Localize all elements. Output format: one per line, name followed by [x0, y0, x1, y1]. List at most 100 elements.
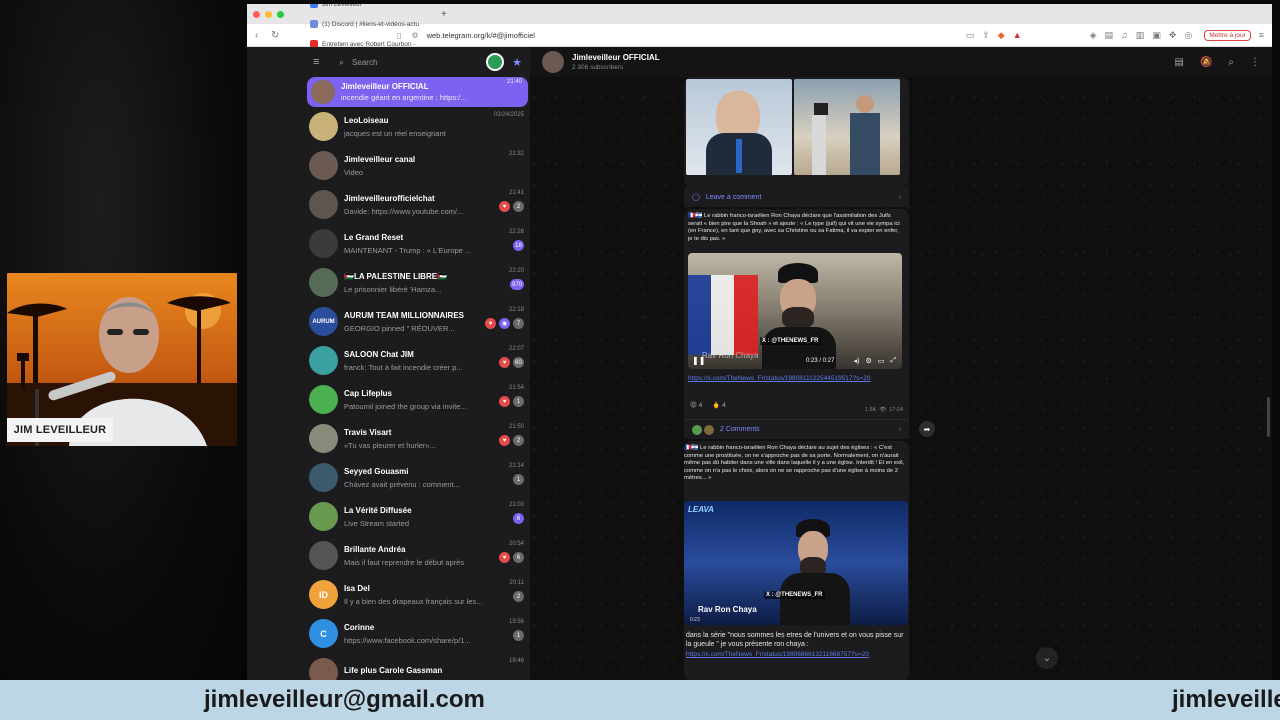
chat-list-item[interactable]: SALOON Chat JIM franck: Tout à fait incen…: [305, 341, 530, 380]
avatar: [309, 385, 338, 414]
reaction-angry[interactable]: 😡 4: [690, 401, 702, 409]
avatar: [309, 463, 338, 492]
chat-name: Life plus Carole Gassman: [344, 666, 443, 675]
chat-list-item[interactable]: La Vérité Diffusée Live Stream started 21:…: [305, 497, 530, 536]
volume-icon[interactable]: ◂): [854, 357, 860, 365]
share-forward-icon[interactable]: ➦: [919, 421, 935, 437]
chat-list-item[interactable]: LeoLoiseau jacques est un réel enseignant…: [305, 107, 530, 146]
heart-icon: ♥: [499, 552, 510, 563]
video-player-2[interactable]: LEAVA X : @THENEWS_FR Rav Ron Chaya 0:23: [684, 501, 908, 625]
video-player-1[interactable]: X : @THENEWS_FR Rav Ron Chaya ❚❚ 0:23 / …: [688, 253, 902, 369]
avatar: [311, 80, 335, 104]
chat-list-item[interactable]: Jimleveilleur canal Video 21:32: [305, 146, 530, 185]
chat-preview: franck: Tout à fait incendie créer p...: [344, 362, 463, 372]
minimize-window-button[interactable]: [265, 10, 272, 18]
vpn-icon[interactable]: ◎: [1184, 30, 1192, 41]
screen-share-icon[interactable]: ▭: [966, 30, 975, 41]
reader-icon[interactable]: ▤: [1105, 30, 1114, 41]
more-options-icon[interactable]: ⋮: [1250, 57, 1260, 68]
post-1-meta: 1.5K 👁 17:24: [865, 407, 903, 413]
chat-body: Brillante Andréa Mais il faut reprendre l…: [344, 545, 524, 567]
chat-meta: 19:56 1: [509, 619, 524, 641]
close-window-button[interactable]: [253, 10, 260, 18]
share-icon[interactable]: ⇪: [982, 30, 990, 41]
unread-badge: 7: [513, 318, 524, 329]
chat-time: 22:18: [508, 307, 524, 313]
chat-list-item[interactable]: Jimleveilleur OFFICIAL incendie géant en …: [307, 77, 528, 107]
post-1-link[interactable]: https://x.com/TheNews_Fr/status/19806111…: [688, 375, 904, 383]
site-settings-icon[interactable]: ⚙: [411, 31, 418, 40]
puzzle-icon[interactable]: ✥: [1169, 30, 1177, 41]
chat-list-item[interactable]: ID Isa Del Il y a bien des drapeaux frança…: [305, 575, 530, 614]
avatar: [309, 346, 338, 375]
scroll-down-icon[interactable]: ⌄: [1036, 647, 1058, 669]
search-placeholder: Search: [352, 57, 378, 67]
brave-shield-icon[interactable]: ◆: [998, 30, 1005, 41]
chat-time: 20:11: [509, 580, 524, 586]
channel-avatar[interactable]: [542, 51, 564, 73]
chat-list-item[interactable]: Seyyed Gouasmi Chávez avait prévenu : com…: [305, 458, 530, 497]
chat-meta: 22:18 ♥ ◉ 7: [485, 307, 524, 329]
chat-time: 21:03: [508, 502, 524, 508]
message-post-2: 🇫🇷🇮🇱 Le rabbin franco-israélien Ron Chay…: [684, 441, 909, 680]
stories-avatar[interactable]: [486, 53, 505, 71]
screen: (21) Home / X(21) Grok / XJim Leveilleur…: [0, 0, 1280, 720]
hamburger-menu-icon[interactable]: ≡: [313, 56, 333, 68]
search-channel-icon[interactable]: ⌕: [1228, 57, 1234, 68]
chat-badges: ♥ 60: [499, 357, 524, 368]
pause-icon[interactable]: ❚❚: [692, 356, 705, 365]
chat-body: Jimleveilleurofficielchat Davide: https:/…: [344, 194, 524, 216]
back-arrow-icon[interactable]: ‹: [255, 30, 271, 41]
heart-icon: ♥: [499, 435, 510, 446]
reload-icon[interactable]: ↻: [271, 30, 287, 41]
reaction-finger[interactable]: 🖕 4: [712, 401, 726, 409]
sidebar-icon[interactable]: ▥: [1136, 30, 1145, 41]
update-button[interactable]: Mettre à jour: [1204, 29, 1251, 41]
comments-button[interactable]: 2 Comments ›: [684, 419, 909, 439]
url-field[interactable]: web.telegram.org/k/#@jimofficiel: [427, 31, 535, 40]
message-photos[interactable]: [684, 77, 909, 187]
browser-tab[interactable]: Jim Leveilleur: [302, 4, 435, 14]
chat-list-item[interactable]: Jimleveilleurofficielchat Davide: https:/…: [305, 185, 530, 224]
chat-time: 19:46: [508, 658, 524, 664]
scrollbar[interactable]: [1267, 397, 1270, 437]
fullscreen-icon[interactable]: ⤢: [890, 357, 896, 365]
maximize-window-button[interactable]: [277, 10, 284, 18]
avatar: [309, 541, 338, 570]
extension-icon[interactable]: ◈: [1090, 30, 1097, 41]
menu-icon[interactable]: ≡: [1259, 30, 1264, 40]
chat-name: Cap Lifeplus: [344, 388, 393, 398]
search-input[interactable]: ⌕ Search: [333, 52, 486, 72]
unread-badge: 6: [513, 552, 524, 563]
chat-list-item[interactable]: Life plus Carole Gassman 19:46: [305, 653, 530, 680]
bookmark-icon[interactable]: ▯: [397, 31, 401, 40]
chat-list-item[interactable]: Le Grand Reset MAINTENANT - Trump : « L'E…: [305, 224, 530, 263]
chat-meta: 19:46: [509, 658, 524, 669]
star-icon[interactable]: ★: [512, 56, 522, 69]
mute-icon[interactable]: 🔕: [1200, 57, 1212, 68]
chat-meta: 20:54 ♥ 6: [499, 541, 524, 563]
new-tab-button[interactable]: +: [441, 9, 447, 20]
music-icon[interactable]: ♫: [1121, 30, 1128, 40]
channel-header[interactable]: Jimleveilleur OFFICIAL 2 306 subscribers…: [530, 47, 1272, 77]
chat-body: SALOON Chat JIM franck: Tout à fait incen…: [344, 350, 524, 372]
wallet-icon[interactable]: ▣: [1152, 30, 1161, 41]
pip-icon[interactable]: ▭: [878, 357, 885, 365]
discussion-icon[interactable]: ▤: [1174, 57, 1183, 68]
chat-list-item[interactable]: 🇵🇸LA PALESTINE LIBRE🇵🇸 Le prisonnier libé…: [305, 263, 530, 302]
chat-list-item[interactable]: Travis Visart «Tu vas pleurer et hurler».…: [305, 419, 530, 458]
photo-portrait[interactable]: [686, 79, 792, 175]
video-1-time: 0:23 / 0:27: [806, 358, 835, 364]
brave-rewards-icon[interactable]: ▲: [1013, 30, 1022, 40]
tab-label: (1) Discord | #liens-et-vidéos-actu: [322, 20, 420, 28]
post-2-link[interactable]: https://x.com/TheNews_Fr/status/19806866…: [686, 651, 906, 659]
chat-name: Brillante Andréa: [344, 544, 406, 554]
chat-list-item[interactable]: Brillante Andréa Mais il faut reprendre l…: [305, 536, 530, 575]
chat-list-item[interactable]: C Corinne https://www.facebook.com/share/p…: [305, 614, 530, 653]
settings-icon[interactable]: ⚙: [865, 357, 871, 365]
chat-list-item[interactable]: Cap Lifeplus Patoumil joined the group vi…: [305, 380, 530, 419]
channel-view: Jimleveilleur OFFICIAL 2 306 subscribers…: [530, 47, 1272, 680]
photo-press[interactable]: [794, 79, 900, 175]
leave-comment-button[interactable]: ◯ Leave a comment ›: [684, 187, 909, 207]
chat-list-item[interactable]: AURUM AURUM TEAM MILLIONNAIRES GEORGIO pin…: [305, 302, 530, 341]
